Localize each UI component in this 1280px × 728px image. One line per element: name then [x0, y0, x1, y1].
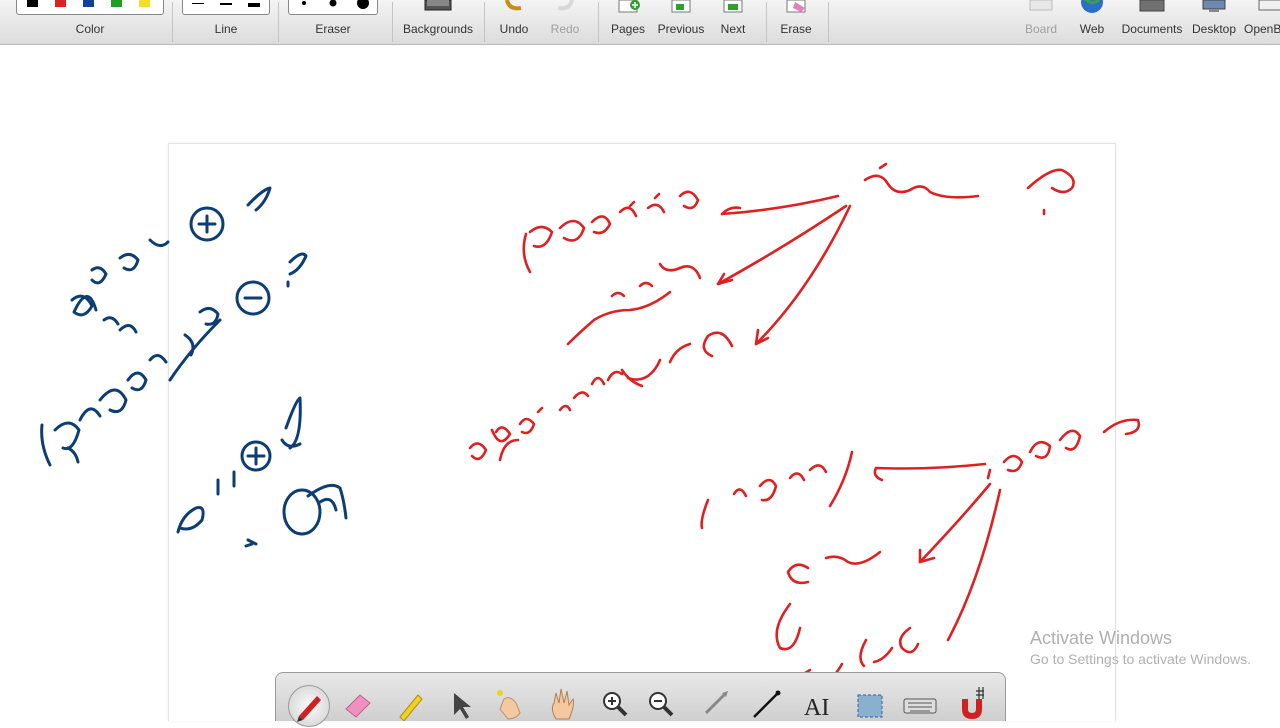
- tool-dock: AI: [275, 672, 1006, 727]
- handwriting-layer: [40, 162, 1141, 720]
- marker-icon: [399, 694, 423, 721]
- line-tool-button[interactable]: [746, 683, 786, 721]
- pointer-icon: [454, 693, 471, 719]
- activation-watermark: Activate Windows Go to Settings to activ…: [1030, 628, 1251, 667]
- laser-icon: [497, 690, 521, 720]
- marker-tool-button[interactable]: [390, 683, 430, 721]
- keyboard-button[interactable]: [900, 683, 940, 721]
- eraser-icon: [345, 694, 371, 718]
- zoom-out-button[interactable]: [642, 683, 682, 721]
- watermark-subtitle: Go to Settings to activate Windows.: [1030, 651, 1251, 667]
- zoom-out-icon: [649, 692, 674, 717]
- magnet-tool-button[interactable]: [952, 683, 992, 721]
- pen-icon: [297, 696, 321, 722]
- watermark-title: Activate Windows: [1030, 628, 1173, 648]
- eraser-tool-button[interactable]: [338, 683, 378, 721]
- laser-tool-button[interactable]: [488, 683, 528, 721]
- magnet-icon: [962, 687, 984, 719]
- selector-tool-button[interactable]: [440, 683, 480, 721]
- hand-tool-button[interactable]: [542, 683, 582, 721]
- pen-tool-button[interactable]: [288, 685, 330, 727]
- zoom-in-icon: [603, 692, 628, 717]
- text-icon: AI: [804, 695, 829, 721]
- capture-tool-button[interactable]: [850, 683, 890, 721]
- hand-icon: [551, 688, 574, 720]
- keyboard-icon: [903, 698, 937, 714]
- line-icon: [753, 690, 781, 718]
- blue-handwriting: [40, 186, 348, 548]
- zoom-in-button[interactable]: [596, 683, 636, 721]
- capture-icon: [857, 694, 883, 718]
- text-tool-glyph: AI: [804, 695, 829, 721]
- pointer-tool-icon: [704, 691, 728, 715]
- text-tool-button[interactable]: AI: [798, 683, 838, 721]
- pointer-tool-button[interactable]: [696, 683, 736, 721]
